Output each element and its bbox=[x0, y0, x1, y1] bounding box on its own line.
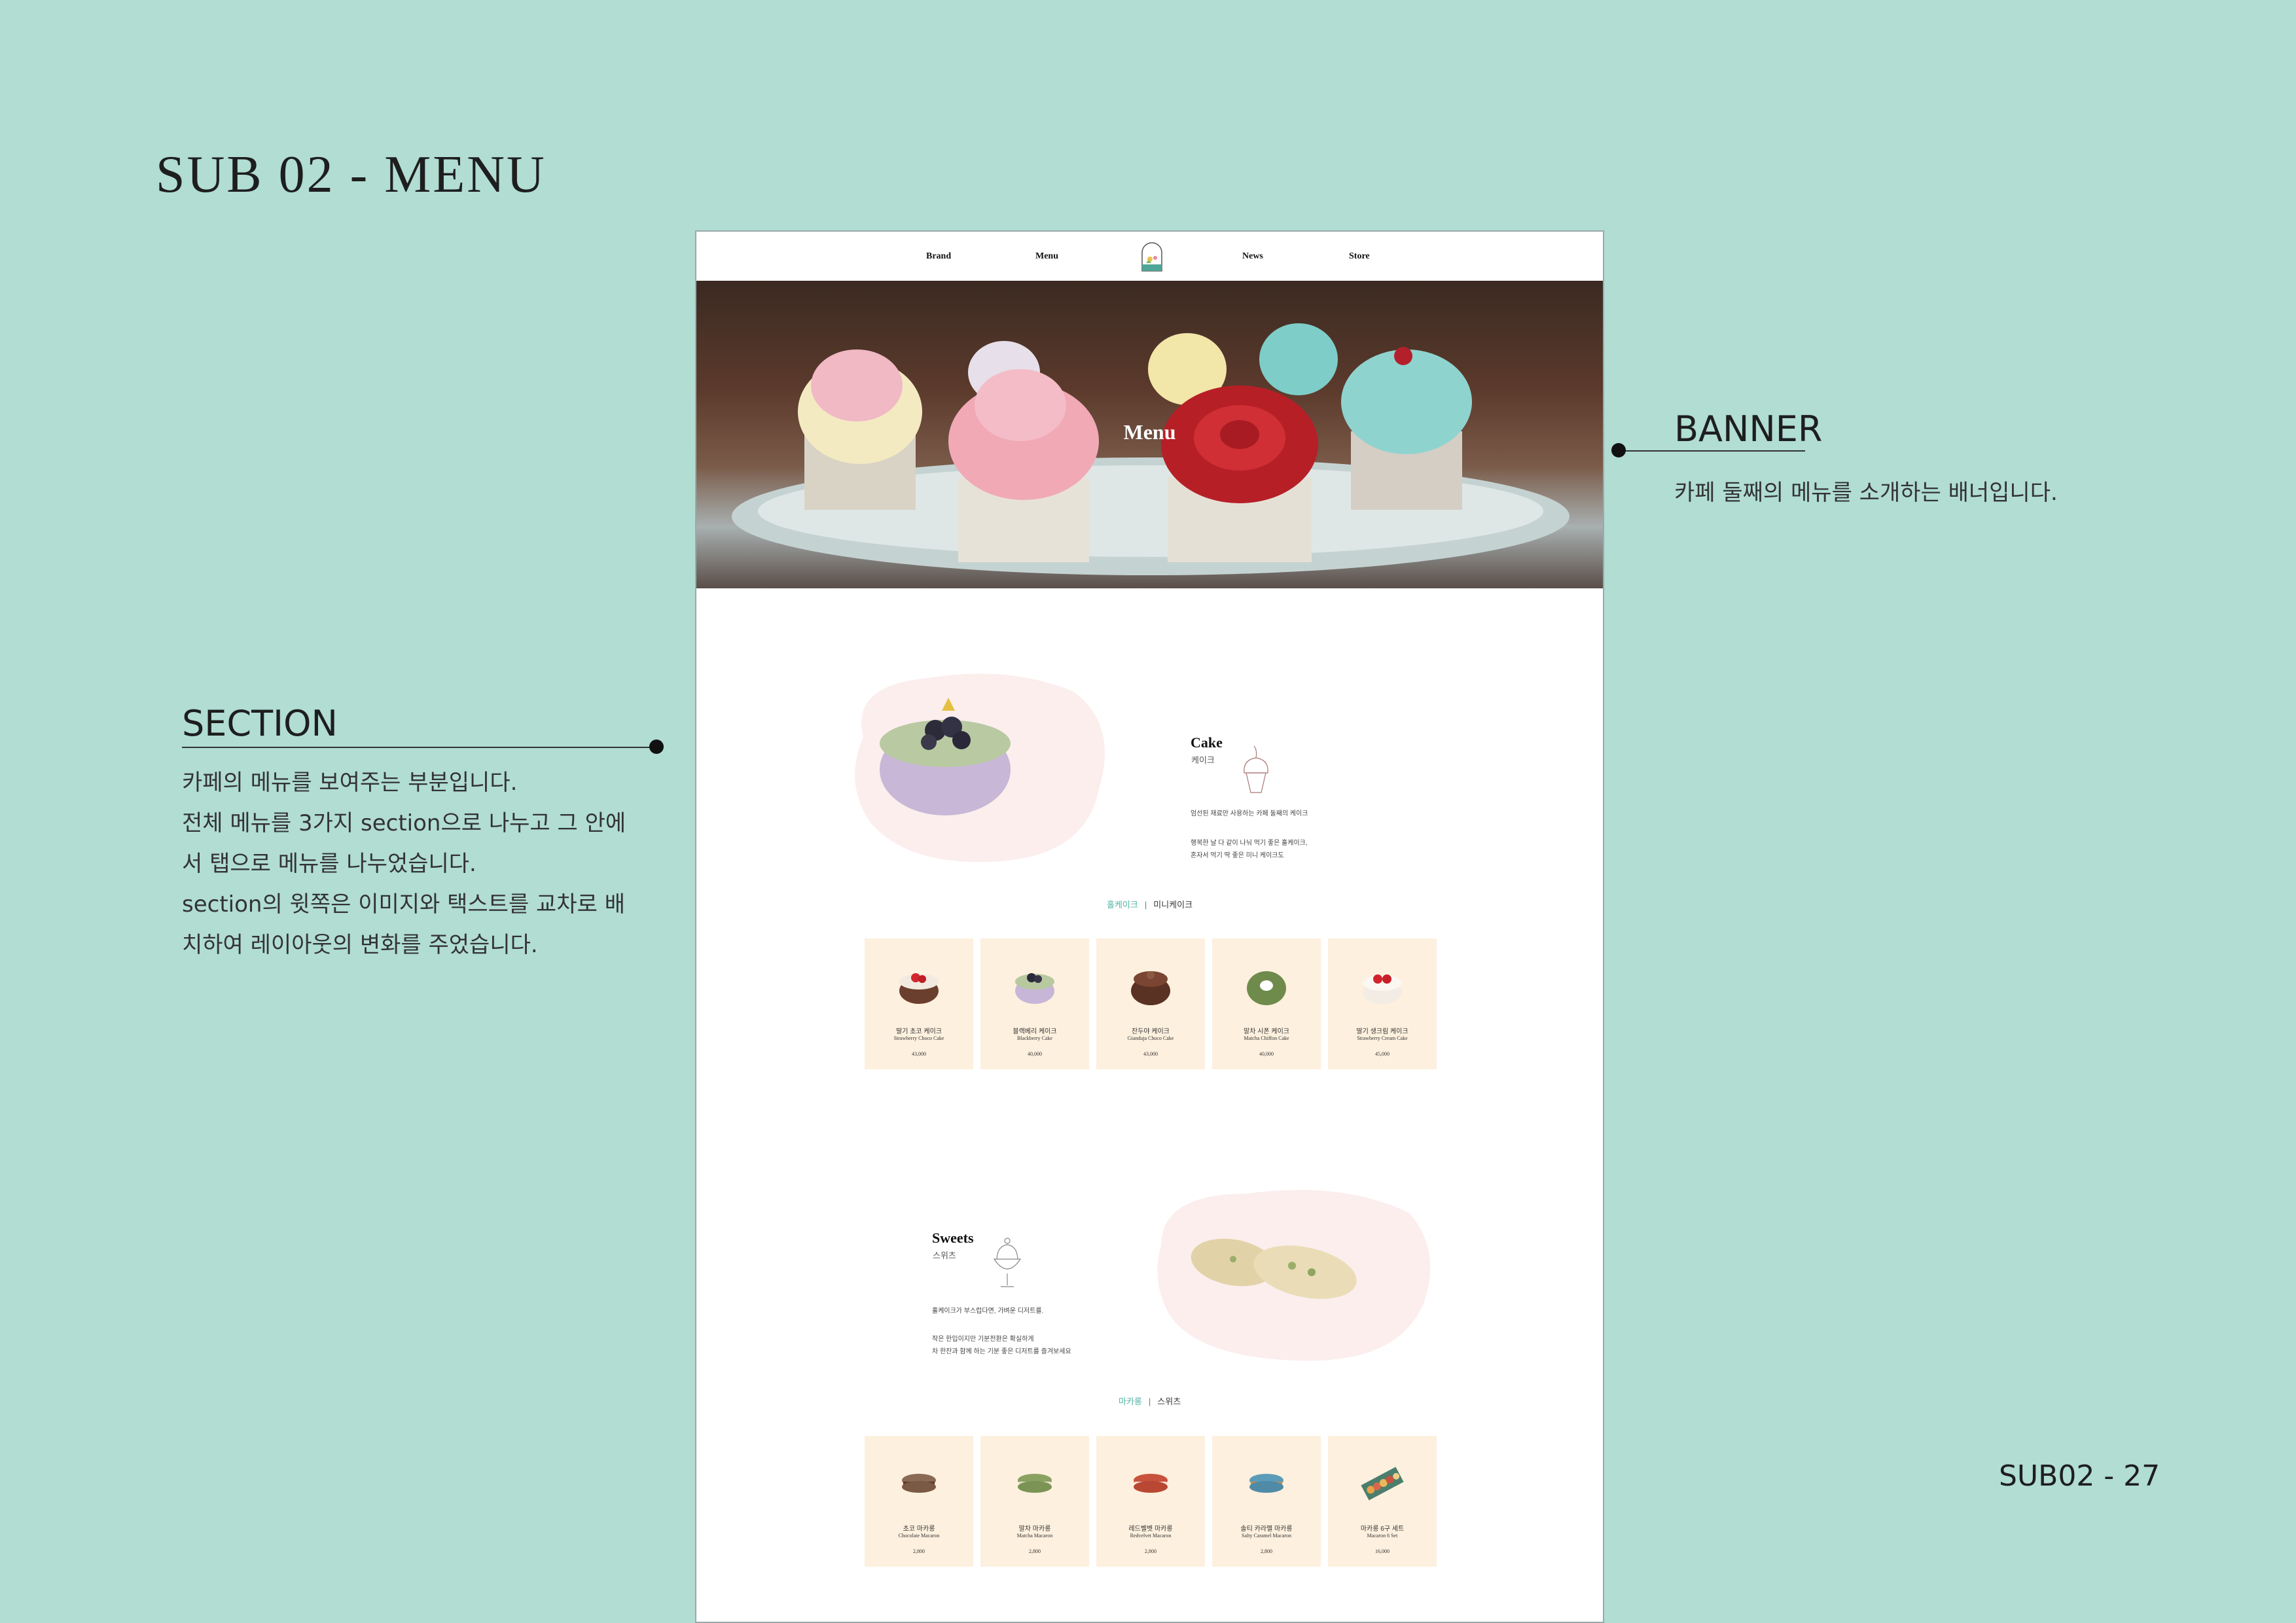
cake-card-3[interactable]: 잔두야 케이크 Gianduja Choco Cake 43,000 bbox=[1096, 938, 1205, 1069]
section-annotation-line-4: section의 윗쪽은 이미지와 택스트를 교차로 배 bbox=[182, 891, 625, 918]
section-annotation-line-3: 서 탭으로 메뉴를 나누었습니다. bbox=[182, 851, 476, 877]
cake-card-1[interactable]: 딸기 초코 케이크 Strawberry Choco Cake 43,000 bbox=[865, 938, 973, 1069]
item-name-en: Matcha Macaron bbox=[1016, 1533, 1053, 1539]
tab-whole-cake[interactable]: 홀케이크 bbox=[1107, 900, 1138, 910]
cake-sketch-icon bbox=[1244, 745, 1268, 793]
nav-news[interactable]: News bbox=[1242, 251, 1263, 262]
tab-macaron[interactable]: 마카롱 bbox=[1119, 1397, 1142, 1406]
site-nav: Brand Menu News Store bbox=[696, 232, 1603, 281]
chocolate-macaron-image bbox=[902, 1474, 936, 1493]
nav-store[interactable]: Store bbox=[1349, 251, 1370, 262]
hero-banner: Menu bbox=[696, 281, 1603, 588]
item-name-en: Chocolate Macaron bbox=[898, 1533, 940, 1539]
item-name-ko: 말차 시폰 케이크 bbox=[1244, 1028, 1289, 1035]
cake-blob-image bbox=[855, 673, 1105, 863]
item-name-ko: 초코 마카롱 bbox=[903, 1525, 935, 1533]
item-name-ko: 블랙베리 케이크 bbox=[1013, 1028, 1057, 1035]
cake-desc-1: 엄선된 재료만 사용하는 카페 둘째의 케이크 bbox=[1191, 810, 1308, 817]
sweets-blob-image bbox=[1157, 1190, 1431, 1361]
cake-tabs: 홀케이크 | 미니케이크 bbox=[1107, 898, 1193, 910]
section-annotation-dot bbox=[649, 740, 664, 754]
nav-menu[interactable]: Menu bbox=[1035, 251, 1058, 262]
item-name-en: Gianduja Choco Cake bbox=[1127, 1035, 1174, 1041]
item-name-en: Macaron 6 Set bbox=[1367, 1533, 1398, 1539]
cake-subtitle: 케이크 bbox=[1191, 755, 1215, 765]
salty-caramel-macaron-image bbox=[1249, 1474, 1283, 1493]
banner-annotation-title: BANNER bbox=[1674, 408, 1823, 450]
strawberry-choco-cake-image bbox=[899, 973, 939, 1004]
sweets-desc-1: 홀케이크가 부스럽다면, 가벼운 디저트를. bbox=[932, 1308, 1044, 1315]
matcha-macaron-image bbox=[1018, 1474, 1052, 1493]
item-name-ko: 말차 마카롱 bbox=[1018, 1525, 1051, 1533]
item-price: 16,000 bbox=[1375, 1548, 1390, 1554]
page-number: SUB02 - 27 bbox=[1999, 1459, 2161, 1493]
banner-annotation-dot bbox=[1611, 443, 1626, 457]
item-name-ko: 솔티 카라멜 마카롱 bbox=[1240, 1525, 1293, 1533]
section-annotation-line-1: 카페의 메뉴를 보여주는 부분입니다. bbox=[182, 770, 518, 796]
cake-title: Cake bbox=[1191, 734, 1223, 751]
tab-sweets[interactable]: 스위츠 bbox=[1157, 1397, 1181, 1406]
tab-mini-cake[interactable]: 미니케이크 bbox=[1153, 900, 1193, 910]
item-name-en: Strawberry Cream Cake bbox=[1357, 1035, 1408, 1041]
item-name-ko: 딸기 초코 케이크 bbox=[896, 1028, 942, 1035]
item-name-en: Blackberry Cake bbox=[1017, 1035, 1052, 1041]
matcha-chiffon-cake-image bbox=[1247, 971, 1286, 1005]
item-name-en: Strawberry Choco Cake bbox=[893, 1035, 944, 1041]
item-name-ko: 레드벨벳 마카롱 bbox=[1128, 1525, 1173, 1533]
item-price: 43,000 bbox=[1143, 1051, 1158, 1057]
sweets-card-4[interactable]: 솔티 카라멜 마카롱 Salty Caramel Macaron 2,800 bbox=[1212, 1436, 1321, 1567]
banner-annotation-line bbox=[1618, 450, 1805, 452]
tab-divider: | bbox=[1144, 900, 1147, 910]
cake-card-5[interactable]: 딸기 생크림 케이크 Strawberry Cream Cake 45,000 bbox=[1328, 938, 1437, 1069]
macaron-set-image bbox=[1361, 1467, 1404, 1501]
page-title: SUB 02 - MENU bbox=[156, 146, 547, 204]
sweets-sketch-icon bbox=[993, 1238, 1022, 1287]
item-name-en: Matcha Chiffon Cake bbox=[1244, 1035, 1289, 1041]
sweets-card-5[interactable]: 마카롱 6구 세트 Macaron 6 Set 16,000 bbox=[1328, 1436, 1437, 1567]
section-annotation-line-5: 치하여 레이아웃의 변화를 주었습니다. bbox=[182, 932, 538, 958]
item-price: 45,000 bbox=[1375, 1051, 1390, 1057]
sweets-subtitle: 스위츠 bbox=[933, 1251, 956, 1260]
sweets-tabs: 마카롱 | 스위츠 bbox=[1119, 1395, 1181, 1407]
item-price: 40,000 bbox=[1028, 1051, 1042, 1057]
logo-icon[interactable] bbox=[1137, 238, 1167, 275]
item-price: 2,800 bbox=[1145, 1548, 1157, 1554]
tab-divider: | bbox=[1148, 1397, 1151, 1406]
cake-card-2[interactable]: 블랙베리 케이크 Blackberry Cake 40,000 bbox=[980, 938, 1089, 1069]
item-price: 40,000 bbox=[1259, 1051, 1274, 1057]
section-annotation-title: SECTION bbox=[182, 703, 338, 744]
item-name-ko: 잔두야 케이크 bbox=[1132, 1028, 1170, 1035]
section-annotation-line-2: 전체 메뉴를 3가지 section으로 나누고 그 안에 bbox=[182, 810, 626, 836]
section-annotation-text: 카페의 메뉴를 보여주는 부분입니다. 전체 메뉴를 3가지 section으로… bbox=[182, 762, 626, 965]
sweets-title: Sweets bbox=[932, 1230, 974, 1246]
nav-brand[interactable]: Brand bbox=[926, 251, 951, 262]
item-name-en: Salty Caramel Macaron bbox=[1242, 1533, 1291, 1539]
sweets-card-2[interactable]: 말차 마카롱 Matcha Macaron 2,800 bbox=[980, 1436, 1089, 1567]
strawberry-cream-cake-image bbox=[1363, 974, 1402, 1004]
sweets-card-3[interactable]: 레드벨벳 마카롱 Redvelvet Macaron 2,800 bbox=[1096, 1436, 1205, 1567]
item-price: 2,800 bbox=[1029, 1548, 1041, 1554]
item-name-en: Redvelvet Macaron bbox=[1130, 1533, 1172, 1539]
gianduja-cake-image bbox=[1131, 971, 1170, 1005]
sweets-card-1[interactable]: 초코 마카롱 Chocolate Macaron 2,800 bbox=[865, 1436, 973, 1567]
blackberry-cake-image bbox=[1015, 973, 1054, 1004]
website-mockup: Brand Menu News Store Menu Cake 케이크 엄선된 … bbox=[695, 230, 1604, 1623]
banner-title: Menu bbox=[1123, 420, 1176, 444]
item-name-ko: 마카롱 6구 세트 bbox=[1360, 1525, 1405, 1533]
cake-card-4[interactable]: 말차 시폰 케이크 Matcha Chiffon Cake 40,000 bbox=[1212, 938, 1321, 1069]
cake-desc-2: 행복한 날 다 같이 나눠 먹기 좋은 홀케이크, 혼자서 먹기 딱 좋은 미니… bbox=[1191, 840, 1308, 859]
section-annotation-line bbox=[182, 747, 656, 748]
item-price: 2,800 bbox=[1261, 1548, 1272, 1554]
item-name-ko: 딸기 생크림 케이크 bbox=[1356, 1028, 1408, 1035]
sweets-desc-2: 작은 한입이지만 기분전환은 확실하게 차 한잔과 함께 하는 기분 좋은 디저… bbox=[932, 1336, 1071, 1355]
banner-annotation-text: 카페 둘째의 메뉴를 소개하는 배너입니다. bbox=[1674, 480, 2058, 506]
redvelvet-macaron-image bbox=[1134, 1474, 1168, 1493]
item-price: 43,000 bbox=[912, 1051, 926, 1057]
item-price: 2,800 bbox=[913, 1548, 925, 1554]
